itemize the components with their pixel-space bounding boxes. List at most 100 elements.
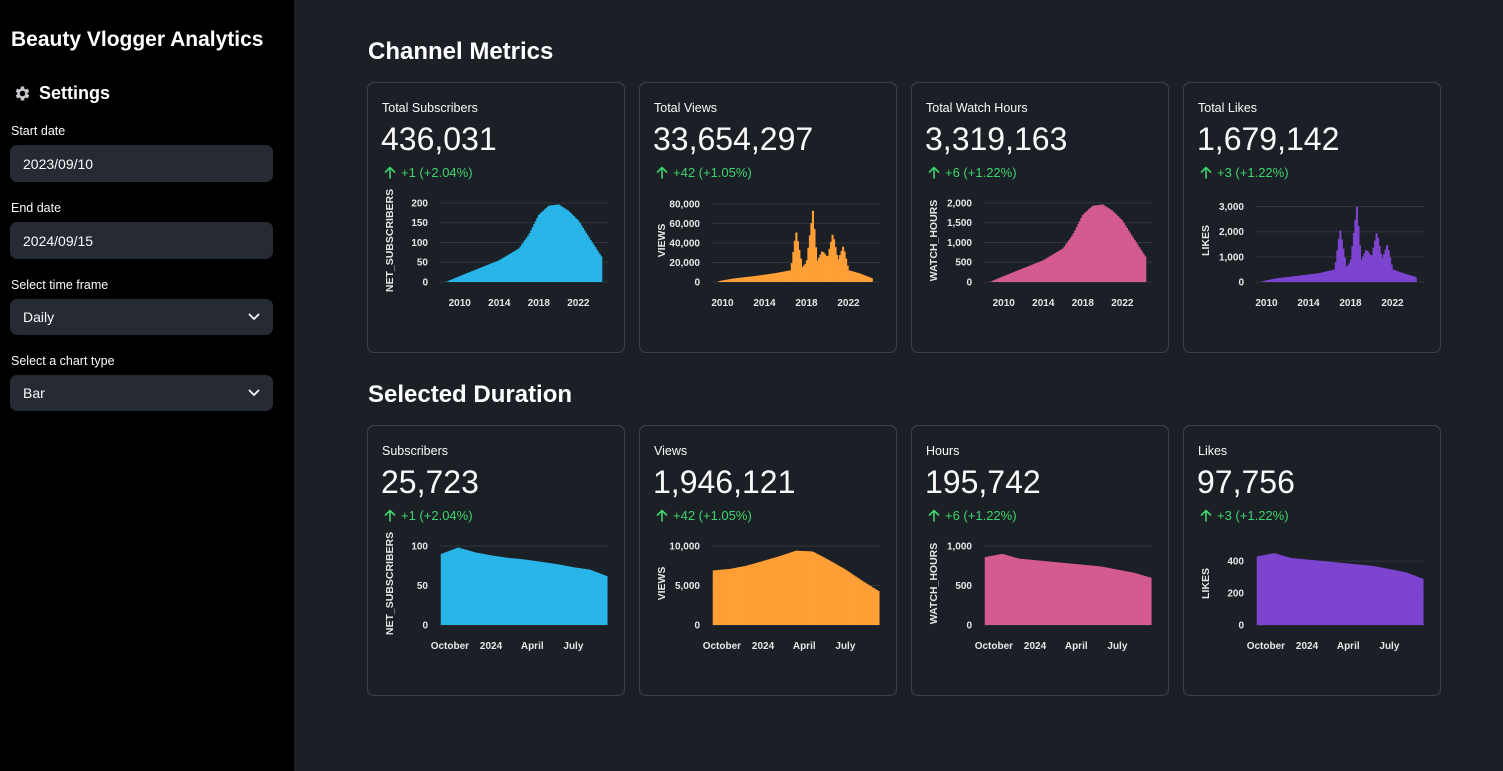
x-tick-label: 2014 xyxy=(1297,298,1320,309)
chart-bar xyxy=(870,278,873,282)
x-tick-label: 2010 xyxy=(1255,298,1278,309)
duration-card-0: Subscribers 25,723 +1 (+2.04%) 0 50 100 NET_SU… xyxy=(367,425,625,696)
metric-delta: +6 (+1.22%) xyxy=(928,165,1017,180)
y-tick-label: 1,000 xyxy=(947,541,972,552)
duration-card-1: Views 1,946,121 +42 (+1.05%) 0 5,000 10,000 VI… xyxy=(639,425,897,696)
x-tick-label: 2022 xyxy=(567,298,590,309)
channel-card-1: Total Views 33,654,297 +42 (+1.05%) 0 20,000… xyxy=(639,82,897,353)
metric-delta: +42 (+1.05%) xyxy=(656,165,752,180)
arrow-up-icon xyxy=(384,509,396,522)
chart-bar xyxy=(1144,256,1147,282)
metric-label: Hours xyxy=(926,444,960,458)
x-tick-label: 2018 xyxy=(1072,298,1095,309)
metric-delta: +3 (+1.22%) xyxy=(1200,508,1289,523)
y-tick-label: 100 xyxy=(411,541,428,552)
metric-chart: 0 50 100 NET_SUBSCRIBERS October 2024 April Jul… xyxy=(384,532,608,652)
metric-delta-text: +3 (+1.22%) xyxy=(1217,165,1289,180)
x-tick-label: July xyxy=(1379,641,1399,652)
x-tick-label: 2014 xyxy=(488,298,511,309)
y-tick-label: 50 xyxy=(417,258,429,269)
chart-bar xyxy=(1414,276,1417,282)
x-tick-label: 2018 xyxy=(528,298,551,309)
y-tick-label: 2,000 xyxy=(1219,227,1244,238)
metric-value: 1,679,142 xyxy=(1197,121,1340,157)
y-tick-label: 0 xyxy=(966,278,972,289)
metric-delta: +1 (+2.04%) xyxy=(384,165,473,180)
chart-bar xyxy=(1421,578,1424,625)
time-frame-label: Select time frame xyxy=(11,278,109,292)
arrow-up-icon xyxy=(384,166,396,179)
y-tick-label: 0 xyxy=(1238,621,1244,632)
x-tick-label: July xyxy=(1107,641,1127,652)
chevron-down-icon xyxy=(248,313,260,320)
metric-value: 33,654,297 xyxy=(653,121,814,157)
sidebar: Beauty Vlogger Analytics Settings Start … xyxy=(0,0,294,771)
start-date-label: Start date xyxy=(11,124,66,138)
end-date-input[interactable]: 2024/09/15 xyxy=(10,222,273,259)
y-tick-label: 10,000 xyxy=(669,541,700,552)
x-tick-label: 2010 xyxy=(711,298,734,309)
y-tick-label: 0 xyxy=(422,278,428,289)
channel-card-2: Total Watch Hours 3,319,163 +6 (+1.22%) 0 50… xyxy=(911,82,1169,353)
metric-label: Likes xyxy=(1198,444,1228,458)
y-tick-label: 1,000 xyxy=(1219,252,1244,263)
start-date-input[interactable]: 2023/09/10 xyxy=(10,145,273,182)
metric-chart: 0 200 400 LIKES October 2024 April July xyxy=(1200,553,1424,652)
x-tick-label: 2024 xyxy=(480,641,503,652)
y-axis-label: WATCH_HOURS xyxy=(928,200,940,281)
metric-delta-text: +1 (+2.04%) xyxy=(401,508,473,523)
y-tick-label: 400 xyxy=(1227,557,1244,568)
metric-chart: 0 500 1,000 1,500 2,000 WATCH_HOURS 2010 2014 20… xyxy=(928,198,1152,309)
metric-chart: 0 500 1,000 WATCH_HOURS October 2024 April July xyxy=(928,541,1152,652)
gear-icon xyxy=(15,86,30,101)
chart-bar xyxy=(1149,577,1152,625)
y-tick-label: 2,000 xyxy=(947,198,972,209)
chart-type-select[interactable]: Bar xyxy=(10,375,273,411)
section-title-channel-metrics: Channel Metrics xyxy=(368,38,554,65)
time-frame-value: Daily xyxy=(23,309,55,325)
y-tick-label: 80,000 xyxy=(669,199,700,210)
x-tick-label: 2018 xyxy=(1339,298,1362,309)
y-axis-label: VIEWS xyxy=(656,224,668,258)
y-tick-label: 200 xyxy=(411,198,428,209)
chart-type-label: Select a chart type xyxy=(11,354,115,368)
duration-card-3: Likes 97,756 +3 (+1.22%) 0 200 400 LIKES Octobe… xyxy=(1183,425,1441,696)
y-tick-label: 0 xyxy=(1238,278,1244,289)
metric-delta: +6 (+1.22%) xyxy=(928,508,1017,523)
y-tick-label: 3,000 xyxy=(1219,202,1244,213)
y-tick-label: 50 xyxy=(417,581,429,592)
start-date-value: 2023/09/10 xyxy=(23,155,94,172)
arrow-up-icon xyxy=(928,509,940,522)
metric-value: 25,723 xyxy=(381,464,479,500)
y-tick-label: 500 xyxy=(955,258,972,269)
y-axis-label: NET_SUBSCRIBERS xyxy=(384,532,396,635)
metric-delta-text: +1 (+2.04%) xyxy=(401,165,473,180)
y-tick-label: 0 xyxy=(694,621,700,632)
metric-delta-text: +42 (+1.05%) xyxy=(673,165,752,180)
y-axis-label: LIKES xyxy=(1200,568,1212,599)
y-tick-label: 0 xyxy=(966,621,972,632)
x-tick-label: October xyxy=(975,641,1013,652)
settings-title: Settings xyxy=(39,83,111,103)
arrow-up-icon xyxy=(656,509,668,522)
duration-card-2: Hours 195,742 +6 (+1.22%) 0 500 1,000 WATCH_HO… xyxy=(911,425,1169,696)
x-tick-label: 2022 xyxy=(1111,298,1134,309)
y-tick-label: 20,000 xyxy=(669,258,700,269)
x-tick-label: April xyxy=(793,641,816,652)
x-tick-label: 2014 xyxy=(1032,298,1055,309)
x-tick-label: 2024 xyxy=(1296,641,1319,652)
settings-header: Settings xyxy=(13,83,110,104)
x-tick-label: October xyxy=(431,641,469,652)
metric-value: 436,031 xyxy=(381,121,497,157)
metric-delta-text: +6 (+1.22%) xyxy=(945,508,1017,523)
section-title-selected-duration: Selected Duration xyxy=(368,381,573,408)
metric-value: 97,756 xyxy=(1197,464,1295,500)
arrow-up-icon xyxy=(1200,509,1212,522)
arrow-up-icon xyxy=(928,166,940,179)
metric-delta: +3 (+1.22%) xyxy=(1200,165,1289,180)
metric-label: Total Watch Hours xyxy=(926,101,1028,115)
y-tick-label: 1,000 xyxy=(947,238,972,249)
metric-label: Total Views xyxy=(654,101,717,115)
time-frame-select[interactable]: Daily xyxy=(10,299,273,335)
y-tick-label: 100 xyxy=(411,238,428,249)
